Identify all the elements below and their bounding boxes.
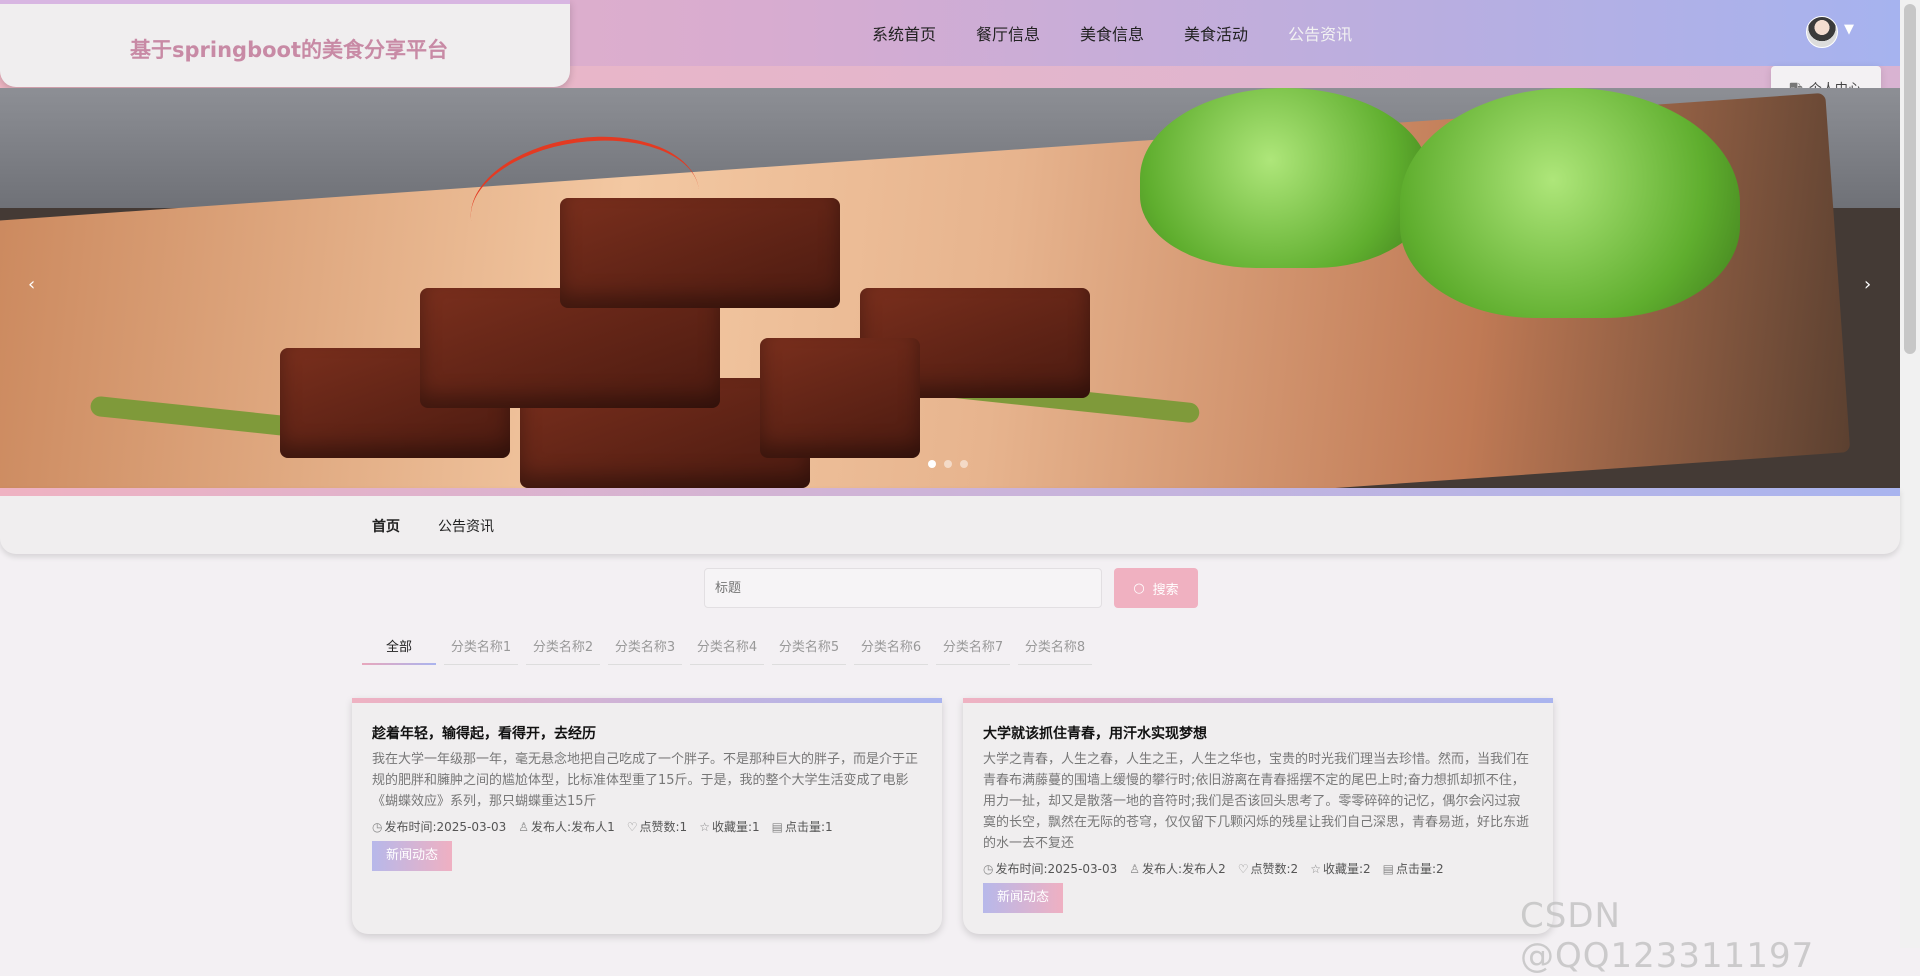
thumb-up-icon: ♡ <box>1237 862 1249 876</box>
breadcrumb-announcement[interactable]: 公告资讯 <box>438 516 494 536</box>
clock-icon: ◷ <box>983 862 994 876</box>
scrollbar-thumb[interactable] <box>1904 4 1916 354</box>
breadcrumb-home[interactable]: 首页 <box>372 516 400 536</box>
document-icon: ▤ <box>771 820 783 834</box>
category-tab[interactable]: 分类名称6 <box>854 636 928 665</box>
like-count: 点赞数:1 <box>639 820 688 834</box>
publish-time: 发布时间:2025-03-03 <box>384 820 507 834</box>
chevron-down-icon: ▼ <box>1844 22 1854 37</box>
food-banner-carousel[interactable]: ‹ › <box>0 88 1900 488</box>
site-title: 基于springboot的美食分享平台 <box>130 38 448 62</box>
scrollbar[interactable] <box>1900 0 1920 948</box>
favorite-count: 收藏量:2 <box>1322 862 1371 876</box>
category-tab[interactable]: 分类名称2 <box>526 636 600 665</box>
banner-bun <box>1140 88 1430 268</box>
carousel-next-icon[interactable]: › <box>1864 274 1871 295</box>
news-card-meta: ◷ 发布时间:2025-03-03 ♙ 发布人:发布人2 ♡ 点赞数:2 ☆ 收藏量:2… <box>983 860 1444 877</box>
category-tab[interactable]: 分类名称7 <box>936 636 1010 665</box>
carousel-dot[interactable] <box>944 460 952 468</box>
thumb-up-icon: ♡ <box>626 820 638 834</box>
star-icon: ☆ <box>699 820 710 834</box>
user-icon: ♙ <box>1129 862 1141 876</box>
category-tab[interactable]: 全部 <box>362 636 436 665</box>
clock-icon: ◷ <box>372 820 383 834</box>
breadcrumb-bar: 首页 公告资讯 <box>0 488 1900 554</box>
news-card[interactable]: 大学就该抓住青春，用汗水实现梦想 大学之青春，人生之春，人生之王，人生之华也，宝… <box>963 698 1553 934</box>
user-icon: ♙ <box>518 820 530 834</box>
category-tab[interactable]: 分类名称5 <box>772 636 846 665</box>
category-tab[interactable]: 分类名称8 <box>1018 636 1092 665</box>
news-card-meta: ◷ 发布时间:2025-03-03 ♙ 发布人:发布人1 ♡ 点赞数:1 ☆ 收藏量:1… <box>372 818 833 835</box>
search-input[interactable] <box>704 568 1102 608</box>
document-icon: ▤ <box>1382 862 1394 876</box>
search-button[interactable]: ○ 搜索 <box>1114 568 1198 608</box>
banner-meat <box>760 338 920 458</box>
search-button-label: 搜索 <box>1152 582 1179 598</box>
click-count: 点击量:2 <box>1395 862 1444 876</box>
banner-bun <box>1400 88 1740 318</box>
carousel-indicators <box>928 460 968 468</box>
category-tag[interactable]: 新闻动态 <box>983 883 1063 913</box>
nav-announcement[interactable]: 公告资讯 <box>1288 24 1352 46</box>
nav-food[interactable]: 美食信息 <box>1080 24 1144 46</box>
category-tag[interactable]: 新闻动态 <box>372 841 452 871</box>
category-tab[interactable]: 分类名称4 <box>690 636 764 665</box>
search-icon: ○ <box>1133 580 1145 596</box>
carousel-prev-icon[interactable]: ‹ <box>28 274 35 295</box>
news-card-title[interactable]: 大学就该抓住青春，用汗水实现梦想 <box>983 723 1207 743</box>
click-count: 点击量:1 <box>784 820 833 834</box>
news-card[interactable]: 趁着年轻，输得起，看得开，去经历 我在大学一年级那一年，毫无悬念地把自己吃成了一… <box>352 698 942 934</box>
category-tab[interactable]: 分类名称1 <box>444 636 518 665</box>
nav-home[interactable]: 系统首页 <box>872 24 936 46</box>
main-nav: 系统首页 餐厅信息 美食信息 美食活动 公告资讯 <box>872 24 1392 46</box>
news-card-title[interactable]: 趁着年轻，输得起，看得开，去经历 <box>372 723 596 743</box>
publish-time: 发布时间:2025-03-03 <box>995 862 1118 876</box>
nav-activity[interactable]: 美食活动 <box>1184 24 1248 46</box>
user-avatar[interactable] <box>1806 16 1838 48</box>
publisher: 发布人:发布人2 <box>1142 862 1226 876</box>
news-card-body: 我在大学一年级那一年，毫无悬念地把自己吃成了一个胖子。不是那种巨大的胖子，而是介… <box>372 752 919 809</box>
news-card-body: 大学之青春，人生之春，人生之王，人生之华也，宝贵的时光我们理当去珍惜。然而，当我… <box>983 752 1530 851</box>
star-icon: ☆ <box>1310 862 1321 876</box>
category-tab[interactable]: 分类名称3 <box>608 636 682 665</box>
favorite-count: 收藏量:1 <box>711 820 760 834</box>
category-tabs: 全部 分类名称1 分类名称2 分类名称3 分类名称4 分类名称5 分类名称6 分… <box>362 636 1100 665</box>
like-count: 点赞数:2 <box>1250 862 1299 876</box>
carousel-dot[interactable] <box>928 460 936 468</box>
csdn-watermark: CSDN @QQ123311197 <box>1520 896 1815 976</box>
user-menu-toggle[interactable]: ▼ <box>1844 22 1874 37</box>
brand-panel: 基于springboot的美食分享平台 <box>0 0 570 87</box>
carousel-dot[interactable] <box>960 460 968 468</box>
publisher: 发布人:发布人1 <box>531 820 615 834</box>
nav-restaurant[interactable]: 餐厅信息 <box>976 24 1040 46</box>
